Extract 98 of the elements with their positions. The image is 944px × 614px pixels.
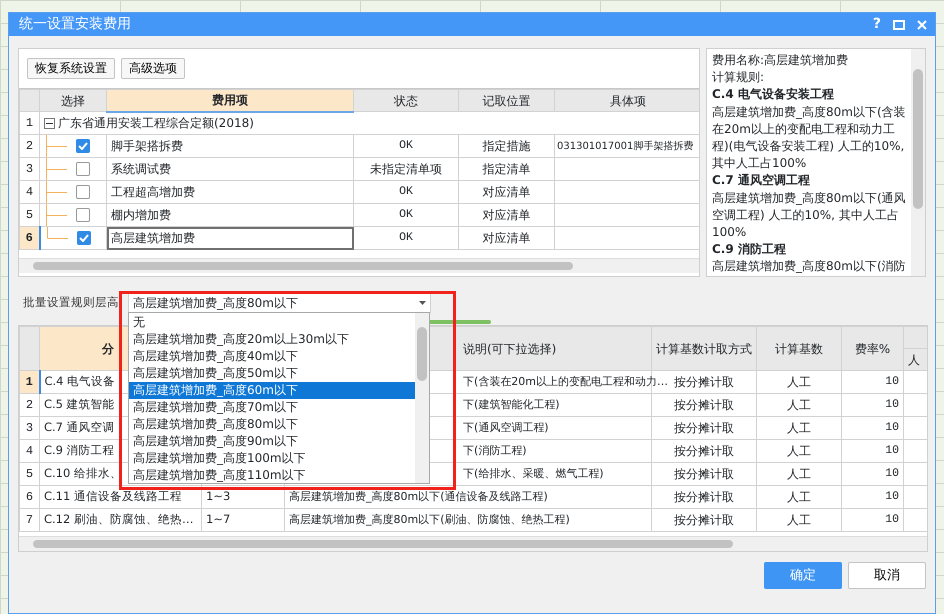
vertical-scrollbar[interactable] bbox=[415, 313, 429, 483]
table-cell: 人工 bbox=[756, 394, 842, 416]
info-text: 高层建筑增加费_高度80m以下(含装在20m以上的变配电工程和动力工程)(电气设备安装工程) 人工的10%, 其中人工占100% bbox=[712, 104, 907, 172]
tree-line bbox=[46, 181, 67, 203]
table-cell: OK bbox=[354, 226, 458, 250]
toolbar-button[interactable]: 恢复系统设置 bbox=[27, 58, 115, 79]
row-number: 1 bbox=[20, 370, 40, 394]
dropdown-option[interactable]: 高层建筑增加费_高度110m以下 bbox=[129, 467, 415, 484]
row-number: 6 bbox=[20, 226, 40, 250]
maximize-icon[interactable] bbox=[893, 20, 905, 30]
info-text: 计算规则: bbox=[712, 69, 766, 86]
tree-line bbox=[46, 135, 67, 157]
info-heading: C.4 电气设备安装工程 bbox=[712, 86, 835, 104]
cancel-button[interactable]: 取消 bbox=[848, 562, 926, 589]
row-number: 2 bbox=[20, 394, 40, 416]
column-header: 计算基数计取方式 bbox=[652, 326, 756, 370]
table-cell: 10 bbox=[842, 394, 904, 416]
table-cell: 按分摊计取 bbox=[652, 394, 756, 416]
horizontal-scrollbar[interactable] bbox=[19, 258, 699, 273]
dropdown-option[interactable]: 高层建筑增加费_高度80m以下 bbox=[129, 416, 415, 433]
table-cell: 人工 bbox=[756, 370, 842, 394]
table-cell: 人工 bbox=[756, 508, 842, 532]
row-number: 6 bbox=[20, 486, 40, 508]
column-header: 状态 bbox=[354, 90, 458, 112]
row-number: 3 bbox=[20, 158, 40, 180]
vertical-scrollbar[interactable] bbox=[911, 49, 925, 276]
table-cell: 脚手架搭拆费 bbox=[106, 134, 354, 158]
table-cell: 按分摊计取 bbox=[652, 416, 756, 440]
table-cell: 人工 bbox=[756, 462, 842, 486]
table-cell: 对应清单 bbox=[458, 204, 554, 226]
row-number: 2 bbox=[20, 134, 40, 158]
table-cell: OK bbox=[354, 204, 458, 226]
table-cell: 10 bbox=[842, 370, 904, 394]
table-cell: C.11 通信设备及线路工程 bbox=[40, 486, 202, 508]
row-number: 4 bbox=[20, 440, 40, 462]
column-header: 人 bbox=[904, 348, 927, 370]
table-cell: 高层建筑增加费 bbox=[106, 226, 354, 250]
window-title: 统一设置安装费用 bbox=[19, 15, 132, 34]
close-icon[interactable] bbox=[917, 20, 927, 30]
table-cell: 人工 bbox=[756, 486, 842, 508]
dropdown-option[interactable]: 高层建筑增加费_高度90m以下 bbox=[129, 433, 415, 450]
dropdown-option[interactable]: 高层建筑增加费_高度100m以下 bbox=[129, 450, 415, 467]
info-heading: C.7 通风空调工程 bbox=[712, 172, 811, 190]
table-cell: 按分摊计取 bbox=[652, 486, 756, 508]
table-cell: OK bbox=[354, 180, 458, 204]
table-cell: 工程超高增加费 bbox=[106, 180, 354, 204]
column-header: 选择 bbox=[40, 90, 106, 112]
table-cell: 人工 bbox=[756, 416, 842, 440]
row-number: 3 bbox=[20, 416, 40, 440]
batch-rule-label: 批量设置规则层高 bbox=[23, 294, 120, 312]
collapse-icon[interactable] bbox=[44, 118, 55, 129]
table-cell: 指定清单 bbox=[458, 158, 554, 180]
table-cell: 1~3 bbox=[202, 486, 284, 508]
toolbar-button[interactable]: 高级选项 bbox=[121, 58, 185, 79]
table-cell: 高层建筑增加费_高度80m以下(通信设备及线路工程) bbox=[284, 486, 652, 508]
row-number: 5 bbox=[20, 462, 40, 486]
table-cell: 棚内增加费 bbox=[106, 204, 354, 226]
table-cell: 指定措施 bbox=[458, 134, 554, 158]
column-header: 计算基数 bbox=[756, 326, 842, 370]
column-header: 费率% bbox=[842, 326, 904, 370]
column-header: 具体项 bbox=[554, 90, 699, 112]
table-cell: 10 bbox=[842, 440, 904, 462]
checkbox[interactable] bbox=[76, 162, 90, 176]
caret-icon bbox=[419, 301, 426, 305]
table-cell: 10 bbox=[842, 508, 904, 532]
table-cell: 按分摊计取 bbox=[652, 440, 756, 462]
row-number: 1 bbox=[20, 112, 40, 134]
info-text: 费用名称:高层建筑增加费 bbox=[712, 52, 850, 69]
info-heading: C.9 消防工程 bbox=[712, 241, 787, 258]
table-cell: 系统调试费 bbox=[106, 158, 354, 180]
table-cell: 对应清单 bbox=[458, 180, 554, 204]
table-cell: 1~7 bbox=[202, 508, 284, 532]
horizontal-scrollbar[interactable] bbox=[19, 536, 927, 551]
checkbox[interactable] bbox=[76, 231, 90, 245]
table-cell: 对应清单 bbox=[458, 226, 554, 250]
height-rule-dropdown[interactable]: 高层建筑增加费_高度80m以下 bbox=[128, 293, 431, 313]
tree-line bbox=[46, 158, 67, 180]
column-header: 费用项 bbox=[106, 90, 354, 112]
dropdown-option[interactable]: 高层建筑增加费_高度70m以下 bbox=[129, 399, 415, 416]
table-cell: 人工 bbox=[756, 440, 842, 462]
checkbox[interactable] bbox=[76, 185, 90, 199]
table-cell: 按分摊计取 bbox=[652, 462, 756, 486]
table-cell: 10 bbox=[842, 462, 904, 486]
column-header: 记取位置 bbox=[458, 90, 554, 112]
info-text: 高层建筑增加费_高度80m以下(通风空调工程) 人工的10%, 其中人工占100% bbox=[712, 190, 907, 242]
dropdown-option[interactable]: 高层建筑增加费_高度60m以下 bbox=[129, 382, 415, 399]
table-cell: 10 bbox=[842, 416, 904, 440]
table-cell: 按分摊计取 bbox=[652, 508, 756, 532]
checkbox[interactable] bbox=[76, 139, 90, 153]
row-number: 4 bbox=[20, 180, 40, 204]
table-cell: 高层建筑增加费_高度80m以下(刷油、防腐蚀、绝热工程) bbox=[284, 508, 652, 532]
table-cell: OK bbox=[354, 134, 458, 158]
table-cell: 10 bbox=[842, 486, 904, 508]
info-text: 高层建筑增加费_高度80m以下(消防 bbox=[712, 258, 907, 276]
table-cell: C.12 刷油、防腐蚀、绝热… bbox=[40, 508, 202, 532]
row-number: 7 bbox=[20, 508, 40, 532]
table-cell: 未指定清单项 bbox=[354, 158, 458, 180]
checkbox[interactable] bbox=[76, 208, 90, 222]
